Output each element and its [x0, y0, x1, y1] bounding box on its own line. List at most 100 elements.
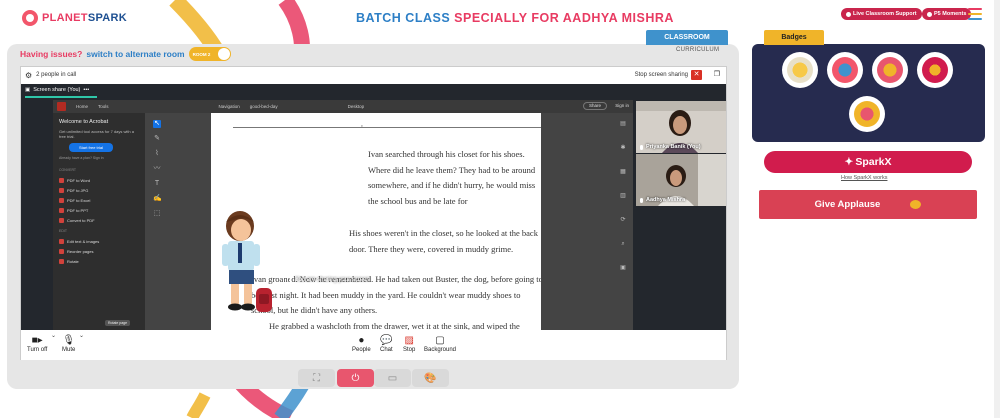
- stop-share-button[interactable]: ▨ Stop: [403, 333, 415, 354]
- tool-icon: ▤: [620, 121, 626, 127]
- close-icon[interactable]: ✕: [691, 70, 702, 80]
- sharing-notice-text: You are sharing your screen: [295, 277, 370, 283]
- menu-icon[interactable]: [968, 8, 982, 23]
- screen-share-label: Screen share (You): [33, 87, 81, 93]
- browser-item: Tools: [98, 104, 109, 109]
- chat-popout-icon[interactable]: ❐: [714, 70, 720, 78]
- fullscreen-button[interactable]: ⛶: [298, 369, 335, 387]
- screen-button[interactable]: ▭: [374, 369, 411, 387]
- power-button[interactable]: ⏻: [337, 369, 374, 387]
- acrobat-toolbar: Home Tools Navigation good-bed-day Deskt…: [53, 100, 633, 113]
- chat-icon: 💬: [380, 334, 393, 346]
- acrobat-side-panel: Welcome to Acrobat Get unlimited tool ac…: [53, 113, 145, 330]
- chevron-down-icon[interactable]: ⌄: [51, 332, 56, 339]
- badge-rocket-icon[interactable]: [917, 52, 953, 88]
- stop-sharing-label: Stop screen sharing: [634, 72, 688, 78]
- tab-curriculum[interactable]: CURRICULUM: [676, 47, 719, 53]
- draw-icon: 〰: [153, 165, 161, 172]
- participant-tile[interactable]: Aadhya Mishra: [636, 154, 726, 206]
- story-paragraph: He grabbed a washcloth from the drawer, …: [269, 321, 520, 330]
- rotate-tooltip: Rotate page: [105, 320, 131, 326]
- tool-icon: ⌕: [621, 241, 625, 247]
- page-divider: ﾟ: [233, 126, 541, 133]
- mute-button[interactable]: 🎙 Mute: [62, 333, 76, 354]
- acrobat-right-tools: ▤ ✱ ▦ ▥ ⟳ ⌕ ▣: [619, 120, 629, 288]
- moments-icon: [927, 11, 932, 17]
- clap-icon: [910, 200, 922, 209]
- power-icon: ⏻: [351, 372, 360, 384]
- badge-star-icon[interactable]: [872, 52, 908, 88]
- participant-tiles: Priyanka Banik (You) Aadhya Mishra: [636, 100, 726, 330]
- gear-icon[interactable]: ⚙: [25, 71, 32, 80]
- alternate-room-toggle[interactable]: ROOM 2: [188, 47, 231, 61]
- tool-icon: ▣: [620, 265, 626, 271]
- badge-crown-icon[interactable]: [849, 96, 885, 132]
- background-button[interactable]: ▢ Background: [424, 333, 457, 354]
- tool-icon: ⟳: [620, 217, 626, 223]
- chevron-down-icon[interactable]: ⌄: [79, 332, 84, 339]
- moments-button[interactable]: P5 Moments: [922, 8, 972, 20]
- list-item: PDF to Word: [59, 175, 141, 185]
- sparkx-button[interactable]: ✦ SparkX: [764, 151, 972, 173]
- badge-robot-icon[interactable]: [827, 52, 863, 88]
- story-paragraph: His shoes weren't in the closet, so he l…: [349, 228, 538, 254]
- planetspark-logo: PLANETSPARK: [22, 10, 127, 26]
- live-support-button[interactable]: Live Classroom Support: [841, 8, 922, 20]
- shared-screen: Home Tools Navigation good-bed-day Deskt…: [53, 100, 633, 330]
- call-header: ⚙ 2 people in call Stop screen sharing ✕…: [21, 67, 726, 83]
- list-item: PDF to Excel: [59, 195, 141, 205]
- browser-item: good-bed-day: [249, 104, 278, 109]
- tab-underline: [25, 96, 97, 98]
- participant-tile[interactable]: Priyanka Banik (You): [636, 101, 726, 153]
- applause-label: Give Applause: [814, 199, 881, 210]
- people-label: People: [352, 347, 371, 353]
- participant-name: Aadhya Mishra: [640, 197, 685, 203]
- acrobat-tools: ↖ ✎ ⌇ 〰 T ✍ ⬚: [153, 120, 167, 225]
- camera-toggle-button[interactable]: ■▸ Turn off: [27, 333, 48, 354]
- camera-label: Turn off: [27, 347, 48, 353]
- issues-question: Having issues?: [20, 49, 83, 59]
- background-icon: ▢: [435, 334, 445, 346]
- list-item: Rotate: [59, 256, 141, 266]
- camera-icon: ■▸: [31, 334, 43, 346]
- page-title: BATCH CLASS SPECIALLY FOR AADHYA MISHRA: [356, 11, 674, 25]
- alternate-room-link[interactable]: switch to alternate room: [86, 49, 184, 59]
- edit-section: EDIT: [59, 229, 67, 233]
- list-item: Edit text & images: [59, 236, 141, 246]
- chat-label: Chat: [380, 347, 393, 353]
- sharing-notice: You are sharing your screen: [283, 277, 370, 283]
- spark-icon: ✦: [844, 156, 854, 168]
- tool-icon: ▥: [620, 193, 626, 199]
- more-icon[interactable]: •••: [83, 87, 89, 93]
- chat-button[interactable]: 💬 Chat: [380, 333, 393, 354]
- stop-sharing-control[interactable]: Stop screen sharing ✕: [635, 70, 702, 80]
- background-label: Background: [424, 347, 457, 353]
- people-button[interactable]: ● People: [352, 333, 371, 354]
- sign-in-label: Sign in: [615, 103, 629, 108]
- select-icon: ⬚: [153, 210, 161, 217]
- video-call-frame: ⚙ 2 people in call Stop screen sharing ✕…: [20, 66, 727, 360]
- story-paragraph: Ivan searched through his closet for his…: [368, 149, 536, 206]
- sign-icon: ✍: [153, 195, 162, 202]
- tool-icon: ▦: [620, 169, 626, 175]
- monitor-icon: ▣: [25, 87, 31, 93]
- panel-title: Welcome to Acrobat: [59, 119, 109, 125]
- screen-share-tab[interactable]: ▣ Screen share (You) •••: [25, 87, 89, 93]
- call-toolbar: ■▸ Turn off ⌄ 🎙 Mute ⌄ ● People 💬 Chat ▨…: [21, 330, 726, 360]
- badges-tab[interactable]: Badges: [764, 30, 824, 45]
- list-item: Convert to PDF: [59, 215, 141, 225]
- badge-trophy-icon[interactable]: [782, 52, 818, 88]
- people-count: 2 people in call: [36, 72, 77, 78]
- microphone-icon: 🎙: [62, 334, 76, 346]
- fullscreen-icon: ⛶: [313, 372, 320, 384]
- sparkx-info-link[interactable]: How SparkX works: [841, 175, 887, 181]
- browser-item: Navigation: [218, 104, 240, 109]
- list-item: PDF to JPG: [59, 185, 141, 195]
- acrobat-logo-icon: [57, 102, 66, 111]
- tab-classroom[interactable]: CLASSROOM: [646, 30, 728, 45]
- people-icon: ●: [358, 334, 365, 346]
- give-applause-button[interactable]: Give Applause: [759, 190, 977, 219]
- stop-share-icon: ▨: [404, 334, 414, 346]
- page-scrollbar[interactable]: [994, 0, 1000, 418]
- palette-button[interactable]: 🎨: [412, 369, 449, 387]
